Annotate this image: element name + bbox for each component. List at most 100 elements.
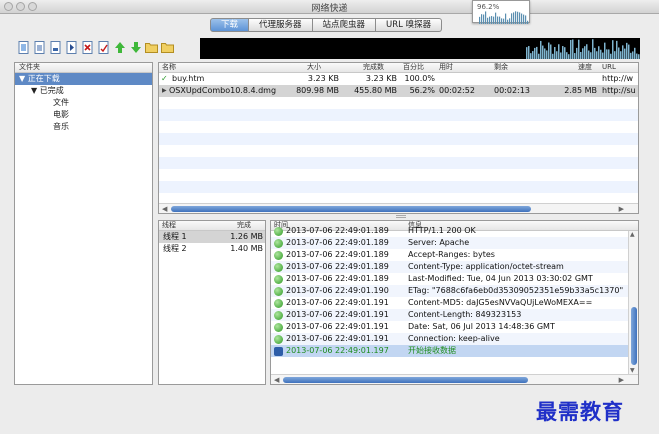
sidebar-item-files[interactable]: 文件	[15, 97, 152, 109]
column-header-name[interactable]: 名称	[162, 63, 176, 72]
file-percent: 56.2%	[409, 86, 435, 95]
speed-sample	[596, 51, 598, 59]
scroll-thumb[interactable]	[631, 307, 637, 365]
log-row[interactable]: 2013-07-06 22:49:01.191 Content-Length: …	[271, 309, 628, 321]
log-row[interactable]: 2013-07-06 22:49:01.197 开始接收数据	[271, 345, 628, 357]
speed-sample	[618, 47, 620, 59]
stop-button[interactable]	[81, 40, 95, 54]
edit-button[interactable]	[97, 40, 111, 54]
sidebar-item-downloading[interactable]: ▼ 正在下载	[15, 73, 152, 85]
log-panel: 时间 信息 2013-07-06 22:49:01.189 HTTP/1.1 2…	[270, 220, 639, 385]
log-row[interactable]: 2013-07-06 22:49:01.191 Date: Sat, 06 Ju…	[271, 321, 628, 333]
empty-row	[159, 121, 638, 133]
log-row[interactable]: 2013-07-06 22:49:01.189 Accept-Ranges: b…	[271, 249, 628, 261]
status-ok-icon	[274, 299, 283, 308]
scroll-down-icon[interactable]: ▼	[630, 367, 635, 374]
speed-sample	[574, 53, 576, 59]
log-time: 2013-07-06 22:49:01.189	[286, 262, 389, 271]
column-header-done[interactable]: 完成数	[363, 63, 384, 72]
log-row[interactable]: 2013-07-06 22:49:01.189 Last-Modified: T…	[271, 273, 628, 285]
split-resize-handle[interactable]	[396, 215, 406, 218]
log-message: Accept-Ranges: bytes	[408, 250, 495, 259]
disclosure-triangle-icon[interactable]: ▼	[31, 86, 37, 95]
title-bar: 网络快递	[0, 0, 659, 14]
meter-sample	[485, 11, 487, 24]
empty-row	[159, 133, 638, 145]
file-elapsed: 00:02:52	[439, 86, 475, 95]
speed-sample	[588, 50, 590, 59]
meter-sample	[515, 11, 517, 24]
log-row[interactable]: 2013-07-06 22:49:01.191 Content-MD5: daJ…	[271, 297, 628, 309]
column-header-url[interactable]: URL	[602, 63, 616, 72]
download-list-hscrollbar[interactable]: ◀ ▶	[159, 203, 638, 213]
column-header-elapsed[interactable]: 用时	[439, 63, 453, 72]
log-message: HTTP/1.1 200 OK	[408, 226, 476, 235]
table-row[interactable]: 线程 2 1.40 MB	[159, 243, 265, 255]
status-ok-icon	[274, 227, 283, 236]
new-download-button[interactable]	[17, 40, 31, 54]
log-row[interactable]: 2013-07-06 22:49:01.190 ETag: "7688c6fa6…	[271, 285, 628, 297]
status-ok-icon	[274, 335, 283, 344]
open-folder-button[interactable]	[145, 40, 159, 54]
move-up-button[interactable]	[113, 40, 127, 54]
log-row[interactable]: 2013-07-06 22:49:01.189 Server: Apache	[271, 237, 628, 249]
speed-sample	[576, 47, 578, 59]
disclosure-triangle-icon[interactable]: ▼	[19, 74, 25, 83]
table-row[interactable]: ▶ OSXUpdCombo10.8.4.dmg 809.98 MB 455.80…	[159, 85, 638, 97]
scroll-right-icon[interactable]: ▶	[619, 375, 624, 384]
speed-sample	[550, 44, 552, 59]
meter-sample	[521, 13, 523, 24]
speed-sample	[604, 42, 606, 59]
start-button[interactable]	[65, 40, 79, 54]
log-row[interactable]: 2013-07-06 22:49:01.189 Content-Type: ap…	[271, 261, 628, 273]
thread-list-header: 线程 完成	[159, 221, 265, 231]
log-vscrollbar[interactable]: ▲ ▼	[628, 231, 638, 374]
toolbar	[17, 40, 175, 54]
open-folder-icon	[145, 43, 158, 53]
scroll-left-icon[interactable]: ◀	[162, 204, 167, 213]
scroll-right-icon[interactable]: ▶	[619, 204, 624, 213]
speed-sample	[578, 39, 580, 59]
column-header-thread[interactable]: 线程	[162, 221, 176, 230]
import-button[interactable]	[33, 40, 47, 54]
column-header-speed[interactable]: 速度	[578, 63, 592, 72]
speed-sample	[558, 44, 560, 59]
scroll-left-icon[interactable]: ◀	[274, 375, 279, 384]
column-header-done[interactable]: 完成	[237, 221, 251, 230]
table-row[interactable]: 线程 1 1.26 MB	[159, 231, 265, 243]
column-header-remaining[interactable]: 剩余	[494, 63, 508, 72]
empty-row	[159, 181, 638, 193]
move-down-button[interactable]	[129, 40, 143, 54]
folder-button[interactable]	[161, 40, 175, 54]
tab-url-sniffer[interactable]: URL 嗅探器	[376, 18, 443, 32]
log-row[interactable]: 2013-07-06 22:49:01.189 HTTP/1.1 200 OK	[271, 225, 628, 237]
file-name: buy.htm	[172, 74, 205, 83]
log-hscrollbar[interactable]: ◀ ▶	[271, 374, 638, 384]
file-url: http://w	[602, 74, 634, 83]
speed-sample	[616, 40, 618, 59]
log-row[interactable]: 2013-07-06 22:49:01.191 Connection: keep…	[271, 333, 628, 345]
tab-proxy-server[interactable]: 代理服务器	[249, 18, 313, 32]
column-header-size[interactable]: 大小	[307, 63, 321, 72]
thread-done: 1.40 MB	[230, 244, 263, 253]
tab-download[interactable]: 下载	[210, 18, 250, 32]
sidebar-item-movies[interactable]: 电影	[15, 109, 152, 121]
table-row[interactable]: ✓ buy.htm 3.23 KB 3.23 KB 100.0% http://…	[159, 73, 638, 85]
folder-sidebar: 文件夹 ▼ 正在下载 ▼ 已完成 文件 电影 音乐	[14, 62, 153, 385]
file-done: 3.23 KB	[365, 74, 397, 83]
scroll-thumb[interactable]	[171, 206, 531, 212]
log-time: 2013-07-06 22:49:01.191	[286, 334, 389, 343]
sidebar-item-music[interactable]: 音乐	[15, 121, 152, 133]
scroll-up-icon[interactable]: ▲	[630, 231, 635, 238]
tab-site-crawler[interactable]: 站点爬虫器	[312, 18, 377, 32]
speed-sample	[546, 50, 548, 59]
page-button[interactable]	[49, 40, 63, 54]
column-header-percent[interactable]: 百分比	[403, 63, 424, 72]
sidebar-item-completed[interactable]: ▼ 已完成	[15, 85, 152, 97]
log-message: Content-MD5: daJG5esNVVaQUjLeWoMEXA==	[408, 298, 593, 307]
status-ok-icon	[274, 323, 283, 332]
meter-sample	[501, 18, 503, 24]
meter-sample	[483, 14, 485, 24]
sidebar-item-label: 音乐	[53, 122, 69, 131]
scroll-thumb[interactable]	[283, 377, 528, 383]
